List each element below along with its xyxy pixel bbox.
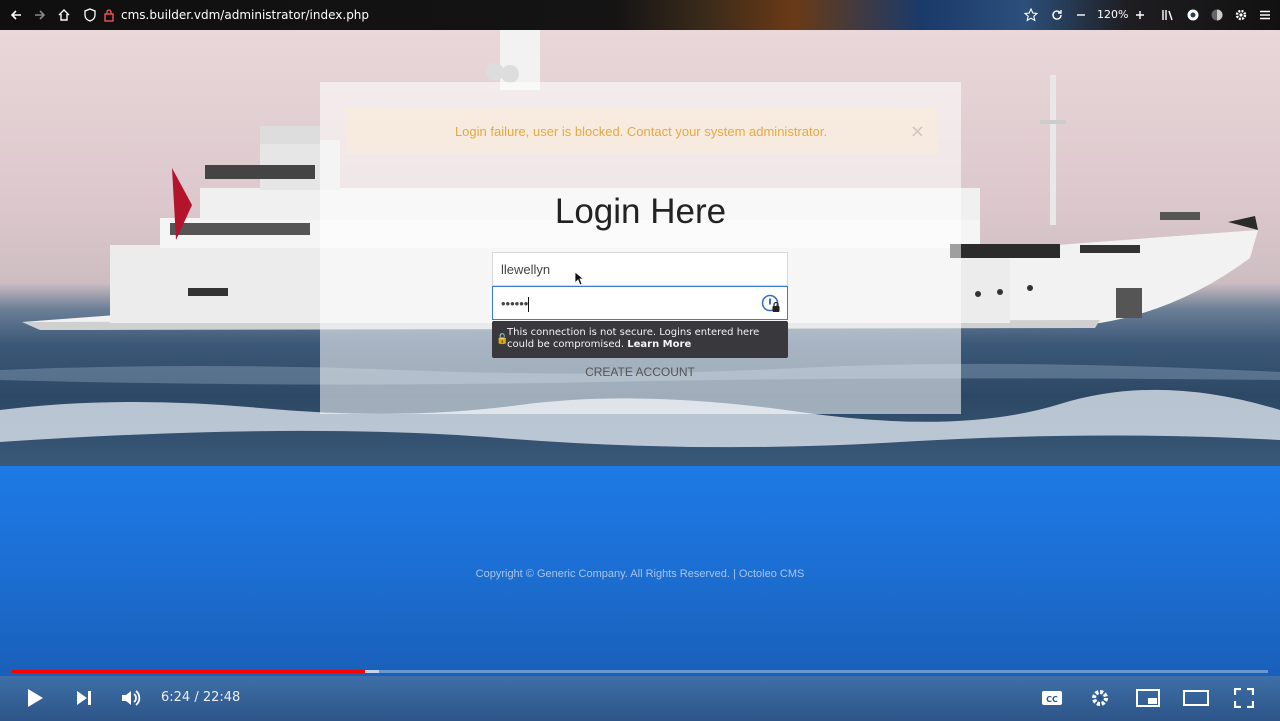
learn-more-link[interactable]: Learn More (627, 339, 691, 350)
video-controls: 6:24 / 22:48 CC (0, 676, 1280, 721)
lock-icon[interactable] (100, 6, 118, 24)
svg-text:CC: CC (1046, 695, 1058, 704)
library-icon[interactable] (1159, 6, 1177, 24)
volume-icon[interactable] (118, 686, 144, 710)
footer: Copyright © Generic Company. All Rights … (0, 466, 1280, 680)
play-icon[interactable] (22, 686, 48, 710)
zoom-out-icon[interactable] (1072, 6, 1090, 24)
star-icon[interactable] (1022, 6, 1040, 24)
extension-icon[interactable] (1184, 6, 1202, 24)
video-progress-bar[interactable] (12, 669, 1268, 674)
reload-icon[interactable] (1048, 6, 1066, 24)
shield-icon[interactable] (81, 6, 99, 24)
zoom-in-icon[interactable] (1131, 6, 1149, 24)
time-display: 6:24 / 22:48 (161, 690, 240, 705)
captions-icon[interactable]: CC (1039, 686, 1065, 710)
mouse-cursor-icon (574, 271, 584, 286)
current-time: 6:24 (161, 690, 191, 705)
settings-gear-icon[interactable] (1087, 686, 1113, 710)
miniplayer-icon[interactable] (1135, 686, 1161, 710)
username-field[interactable] (492, 252, 788, 286)
insecure-login-tooltip: 🔓 This connection is not secure. Logins … (492, 321, 788, 358)
next-icon[interactable] (71, 686, 97, 710)
create-account-link[interactable]: CREATE ACCOUNT (492, 365, 788, 379)
password-field[interactable] (492, 286, 788, 320)
broken-lock-icon: 🔓 (496, 334, 509, 345)
menu-icon[interactable] (1256, 6, 1274, 24)
zoom-level[interactable]: 120% (1097, 8, 1128, 21)
password-input[interactable] (493, 287, 787, 319)
privacy-icon[interactable] (1208, 6, 1226, 24)
screen: cms.builder.vdm/administrator/index.php … (0, 0, 1280, 721)
fullscreen-icon[interactable] (1231, 686, 1257, 710)
forward-icon[interactable] (31, 6, 49, 24)
text-caret (528, 297, 529, 312)
settings-icon[interactable] (1232, 6, 1250, 24)
alert-message: Login failure, user is blocked. Contact … (454, 123, 828, 139)
theater-mode-icon[interactable] (1183, 686, 1209, 710)
insecure-password-icon[interactable] (761, 294, 781, 314)
duration: 22:48 (202, 690, 241, 705)
url-bar[interactable]: cms.builder.vdm/administrator/index.php (121, 8, 369, 22)
login-failure-alert: Login failure, user is blocked. Contact … (345, 108, 937, 154)
page-title: Login Here (554, 192, 727, 231)
alert-close-button[interactable]: × (910, 121, 925, 142)
back-icon[interactable] (7, 6, 25, 24)
time-separator: / (190, 690, 203, 705)
username-input[interactable] (493, 253, 787, 285)
progress-played (12, 670, 365, 673)
browser-toolbar: cms.builder.vdm/administrator/index.php … (0, 0, 1280, 30)
copyright-text: Copyright © Generic Company. All Rights … (475, 568, 805, 580)
home-icon[interactable] (55, 6, 73, 24)
